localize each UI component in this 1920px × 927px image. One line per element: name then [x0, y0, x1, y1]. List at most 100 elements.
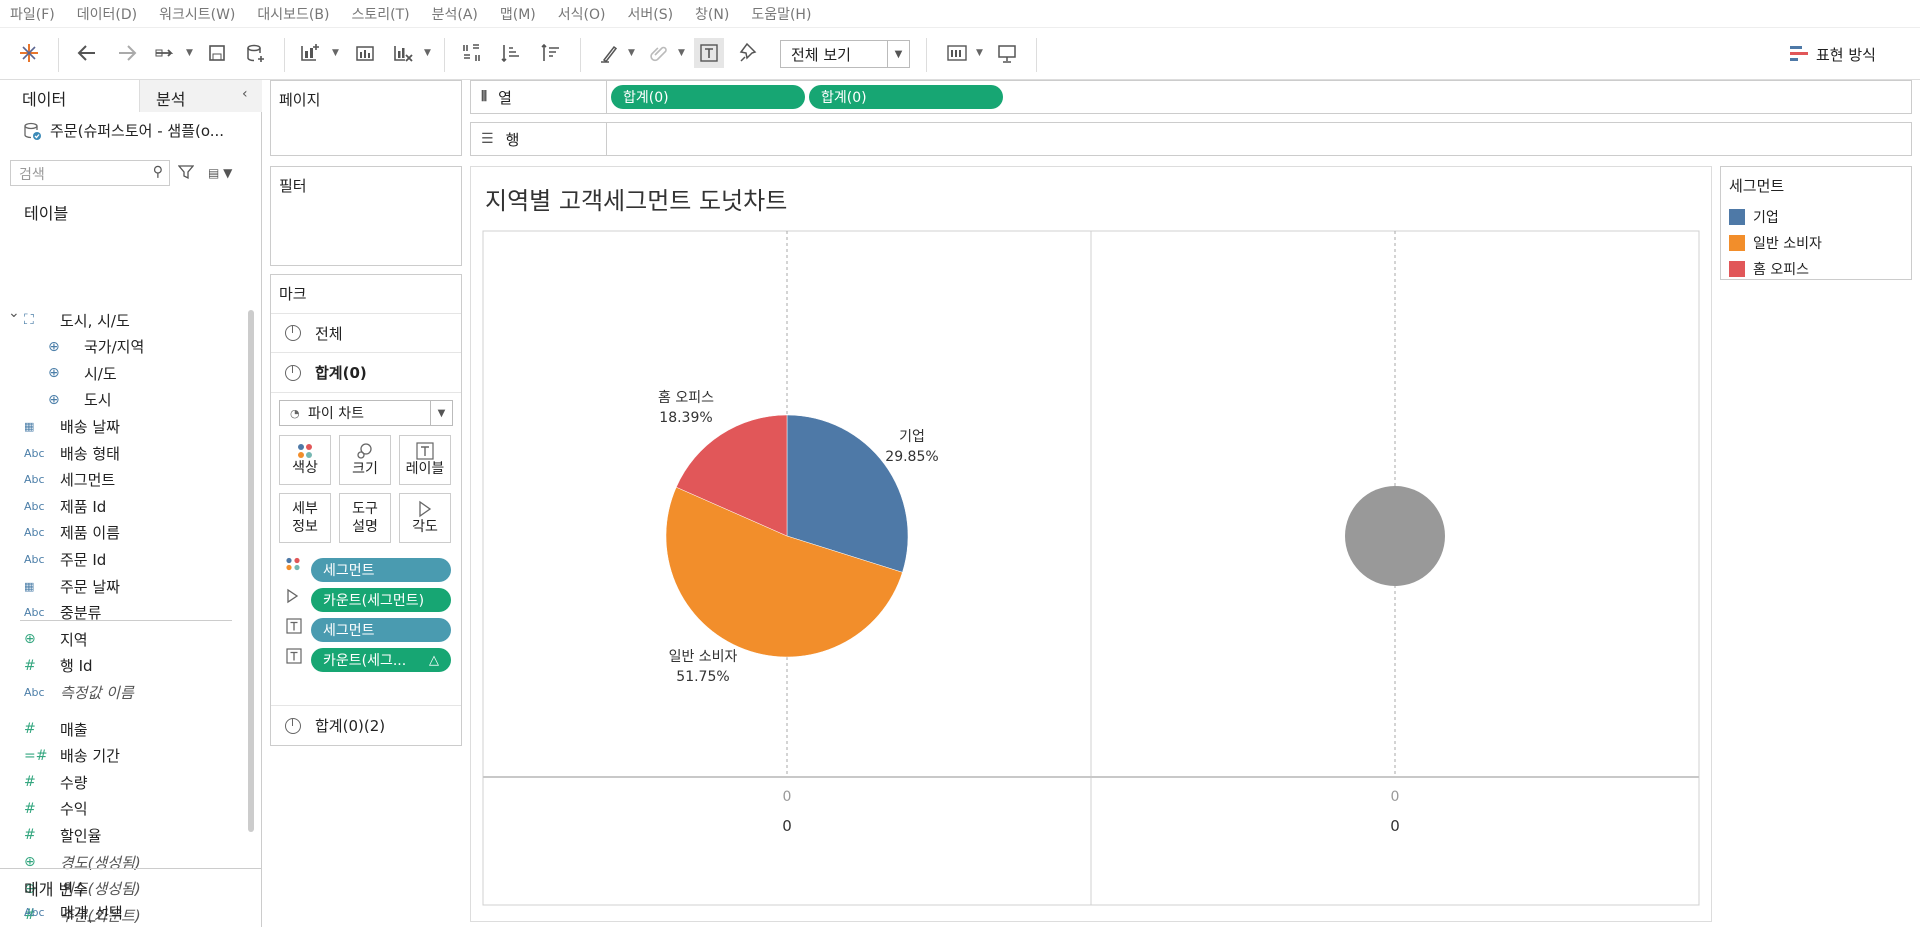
show-me-label: 표현 방식: [1816, 45, 1876, 64]
field-item[interactable]: # 수량: [24, 770, 88, 794]
field-item[interactable]: Abc 세그먼트: [24, 468, 115, 492]
view-list-icon[interactable]: ▤ ▼: [208, 166, 232, 180]
marks-tab-all[interactable]: 전체: [271, 313, 461, 353]
menu-item-4[interactable]: 스토리(T): [351, 4, 409, 24]
mark-type-select[interactable]: ◔ 파이 차트 ▼: [279, 400, 453, 426]
tables-heading: 테이블: [24, 204, 69, 223]
group-members-icon[interactable]: [644, 38, 674, 68]
slice-category-label: 홈 오피스: [658, 390, 714, 406]
field-item[interactable]: # 할인율: [24, 823, 101, 847]
sort-descending-icon[interactable]: [536, 38, 566, 68]
detail-button[interactable]: 세부 정보: [279, 493, 331, 543]
menu-item-6[interactable]: 맵(M): [500, 4, 536, 24]
view-mode-select[interactable]: 전체 보기 ▼: [780, 40, 910, 68]
filter-icon[interactable]: [178, 164, 194, 180]
color-button[interactable]: 색상: [279, 435, 331, 485]
rows-label-text: 행: [505, 130, 520, 149]
field-item[interactable]: ▦ 주문 날짜: [24, 574, 120, 598]
hash-icon: #: [24, 800, 36, 817]
field-item[interactable]: # 매출: [24, 717, 88, 741]
duplicate-sheet-icon[interactable]: [350, 38, 380, 68]
hash-icon: #: [24, 774, 36, 791]
datasource-item[interactable]: 주문(슈퍼스토어 - 샘플(o...: [22, 120, 224, 141]
field-item[interactable]: ⊕ 지역: [24, 627, 88, 651]
chevron-down-icon[interactable]: ⌄: [8, 305, 20, 321]
redo-icon[interactable]: [112, 38, 142, 68]
menu-item-0[interactable]: 파일(F): [10, 4, 55, 24]
angle-button[interactable]: 각도: [399, 493, 451, 543]
chevron-left-icon[interactable]: ‹: [242, 86, 248, 102]
legend-item[interactable]: 일반 소비자: [1729, 233, 1822, 253]
field-item[interactable]: ▦ 배송 날짜: [24, 414, 120, 438]
field-item[interactable]: Abc 측정값 이름: [24, 680, 134, 704]
field-item[interactable]: Abc 주문 Id: [24, 547, 106, 571]
field-label: 도시: [84, 391, 112, 410]
mark-pill-segment-label[interactable]: 세그먼트: [311, 618, 451, 642]
datasource-icon: [24, 122, 41, 140]
data-source-replay-icon[interactable]: [150, 38, 180, 68]
menu-item-8[interactable]: 서버(S): [627, 4, 673, 24]
mark-pill-segment-color[interactable]: 세그먼트: [311, 558, 451, 582]
size-button-label: 크기: [352, 461, 378, 477]
presentation-mode-icon[interactable]: [992, 38, 1022, 68]
field-item[interactable]: ⊕ 시/도: [48, 361, 117, 385]
legend-item[interactable]: 홈 오피스: [1729, 259, 1809, 279]
x-axis-title: 0: [1390, 817, 1400, 835]
columns-icon: ⦀: [481, 89, 487, 105]
menu-item-10[interactable]: 도움말(H): [751, 4, 811, 24]
scrollbar-thumb[interactable]: [248, 310, 254, 832]
search-input[interactable]: 검색 ⚲: [10, 160, 170, 186]
swap-rows-columns-icon[interactable]: [456, 38, 486, 68]
mark-pill-count-label[interactable]: 카운트(세그... △: [311, 648, 451, 672]
field-item[interactable]: Abc 제품 이름: [24, 521, 120, 545]
field-item[interactable]: Abc 배송 형태: [24, 441, 120, 465]
tab-data[interactable]: 데이터: [0, 80, 140, 112]
menu-item-9[interactable]: 창(N): [695, 4, 729, 24]
save-icon[interactable]: [202, 38, 232, 68]
fix-axes-icon[interactable]: [734, 38, 764, 68]
parameter-item[interactable]: Abc 매개_선택: [24, 900, 123, 924]
tooltip-button[interactable]: 도구 설명: [339, 493, 391, 543]
show-cards-icon[interactable]: [942, 38, 972, 68]
column-pill-1[interactable]: 합계(0): [611, 85, 805, 109]
field-item[interactable]: # 행 Id: [24, 654, 93, 678]
columns-shelf[interactable]: ⦀ 열 합계(0) 합계(0): [470, 80, 1912, 114]
size-button[interactable]: 크기: [339, 435, 391, 485]
field-item[interactable]: ⊕ 도시: [48, 388, 112, 412]
new-worksheet-icon[interactable]: [294, 38, 324, 68]
legend-item[interactable]: 기업: [1729, 207, 1779, 227]
menu-item-3[interactable]: 대시보드(B): [257, 4, 329, 24]
sort-ascending-icon[interactable]: [496, 38, 526, 68]
pages-card[interactable]: 페이지: [270, 80, 462, 156]
field-item[interactable]: =# 배송 기간: [24, 744, 120, 768]
field-item[interactable]: Abc 제품 Id: [24, 494, 106, 518]
label-button[interactable]: 레이블: [399, 435, 451, 485]
menu-item-2[interactable]: 워크시트(W): [159, 4, 235, 24]
new-data-source-icon[interactable]: [240, 38, 270, 68]
field-item[interactable]: # 수익: [24, 797, 88, 821]
chevron-down-icon[interactable]: ▼: [430, 401, 452, 425]
field-item[interactable]: ⊕ 국가/지역: [48, 335, 144, 359]
filters-card[interactable]: 필터: [270, 166, 462, 266]
show-me-button[interactable]: 표현 방식: [1790, 42, 1876, 66]
legend-label: 기업: [1753, 210, 1779, 226]
tableau-logo-icon[interactable]: [14, 38, 44, 68]
chevron-down-icon[interactable]: ▼: [887, 41, 909, 67]
marks-tab-sum0[interactable]: 합계(0): [271, 353, 461, 393]
show-mark-labels-icon[interactable]: [694, 38, 724, 68]
color-legend: 세그먼트 기업 일반 소비자 홈 오피스: [1720, 166, 1912, 280]
field-item[interactable]: ⛶ 도시, 시/도: [24, 308, 130, 332]
mark-pill-count-angle[interactable]: 카운트(세그먼트): [311, 588, 451, 612]
undo-icon[interactable]: [72, 38, 102, 68]
marks-tab-sum0-2[interactable]: 합계(0)(2): [271, 705, 461, 745]
menu-item-7[interactable]: 서식(O): [558, 4, 606, 24]
menu-item-1[interactable]: 데이터(D): [77, 4, 137, 24]
clear-sheet-icon[interactable]: [388, 38, 418, 68]
menu-item-5[interactable]: 분석(A): [432, 4, 478, 24]
column-pill-2[interactable]: 합계(0): [809, 85, 1003, 109]
rows-shelf[interactable]: ☰ 행: [470, 122, 1912, 156]
field-item[interactable]: ⊕ 경도(생성됨): [24, 850, 141, 874]
field-label: 경도(생성됨): [60, 853, 141, 872]
highlight-icon[interactable]: [594, 38, 624, 68]
color-icon: [285, 557, 301, 574]
